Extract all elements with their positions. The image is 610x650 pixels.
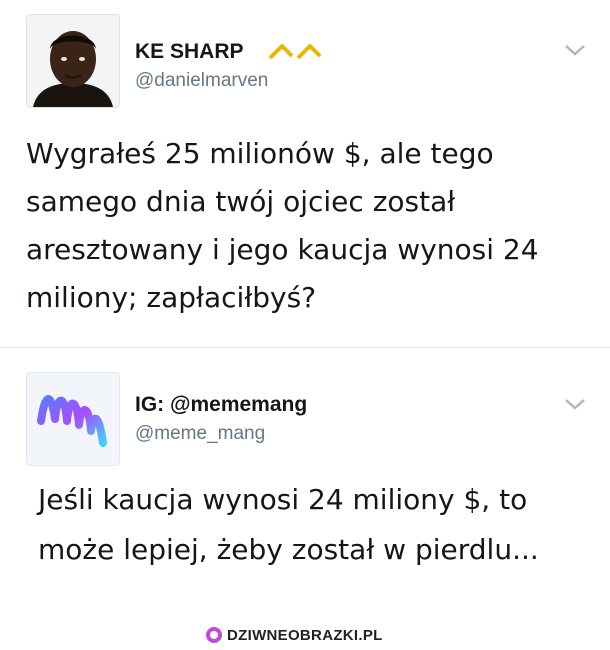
watermark-logo-icon	[206, 627, 222, 643]
display-name[interactable]: IG: @mememang	[135, 393, 307, 417]
watermark: DZIWNEOBRAZKI.PL	[206, 624, 383, 646]
handle[interactable]: @danielmarven	[135, 70, 268, 92]
tweet-card: KE SHARP @danielmarven Wygrałeś 25 milio…	[0, 0, 610, 345]
handle[interactable]: @meme_mang	[135, 423, 265, 445]
display-name[interactable]: KE SHARP	[135, 40, 244, 64]
divider	[0, 347, 610, 348]
mm-logo-icon	[37, 395, 107, 447]
watermark-text: DZIWNEOBRAZKI.PL	[227, 626, 383, 644]
crown-logo-icon	[268, 42, 328, 64]
tweet-text: Wygrałeś 25 milionów $, ale tego samego …	[26, 137, 539, 314]
avatar[interactable]	[26, 14, 120, 108]
avatar[interactable]	[26, 372, 120, 466]
tweet-text: Jeśli kaucja wynosi 24 miliony $, to moż…	[38, 483, 539, 566]
chevron-down-icon[interactable]	[564, 42, 586, 56]
chevron-down-icon[interactable]	[564, 396, 586, 410]
